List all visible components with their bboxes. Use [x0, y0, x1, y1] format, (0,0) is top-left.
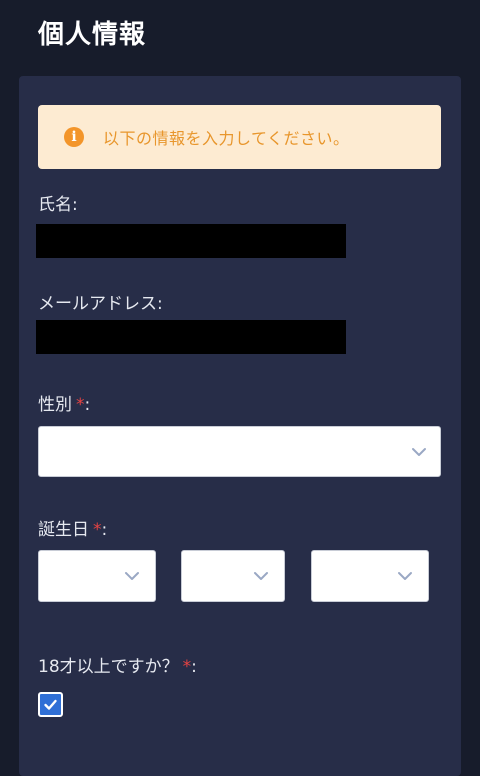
required-mark: * — [76, 395, 85, 415]
name-value-redacted — [36, 224, 346, 258]
birth-year-select[interactable] — [38, 550, 156, 602]
label-colon: : — [84, 395, 91, 415]
birthday-label: 誕生日 *: — [38, 515, 107, 540]
name-label-text: 氏名: — [38, 195, 78, 215]
name-label: 氏名: — [38, 190, 78, 215]
chevron-down-icon — [123, 567, 141, 585]
label-colon: : — [191, 657, 197, 677]
email-label: メールアドレス: — [38, 289, 163, 314]
info-notice: i 以下の情報を入力してください。 — [38, 105, 441, 169]
email-value-redacted — [36, 320, 346, 354]
page-title: 個人情報 — [38, 20, 147, 50]
info-icon: i — [64, 127, 84, 147]
birth-day-select[interactable] — [311, 550, 429, 602]
chevron-down-icon — [410, 443, 428, 461]
required-mark: * — [182, 657, 192, 677]
chevron-down-icon — [396, 567, 414, 585]
adult-checkbox[interactable] — [38, 692, 63, 717]
adult-label: 18才以上ですか？ *: — [38, 652, 197, 677]
label-colon: : — [101, 520, 108, 540]
required-mark: * — [93, 520, 102, 540]
check-icon — [44, 699, 57, 710]
chevron-down-icon — [252, 567, 270, 585]
gender-label-text: 性別 — [38, 395, 72, 415]
form-card: i 以下の情報を入力してください。 氏名: メールアドレス: 性別 *: 誕生日 *… — [19, 76, 461, 776]
notice-text: 以下の情報を入力してください。 — [103, 129, 350, 148]
adult-label-text: 18才以上ですか？ — [38, 657, 179, 677]
gender-label: 性別 *: — [38, 390, 90, 415]
gender-select[interactable] — [38, 426, 441, 477]
email-label-text: メールアドレス: — [38, 294, 163, 314]
birth-month-select[interactable] — [181, 550, 285, 602]
birthday-label-text: 誕生日 — [38, 520, 89, 540]
